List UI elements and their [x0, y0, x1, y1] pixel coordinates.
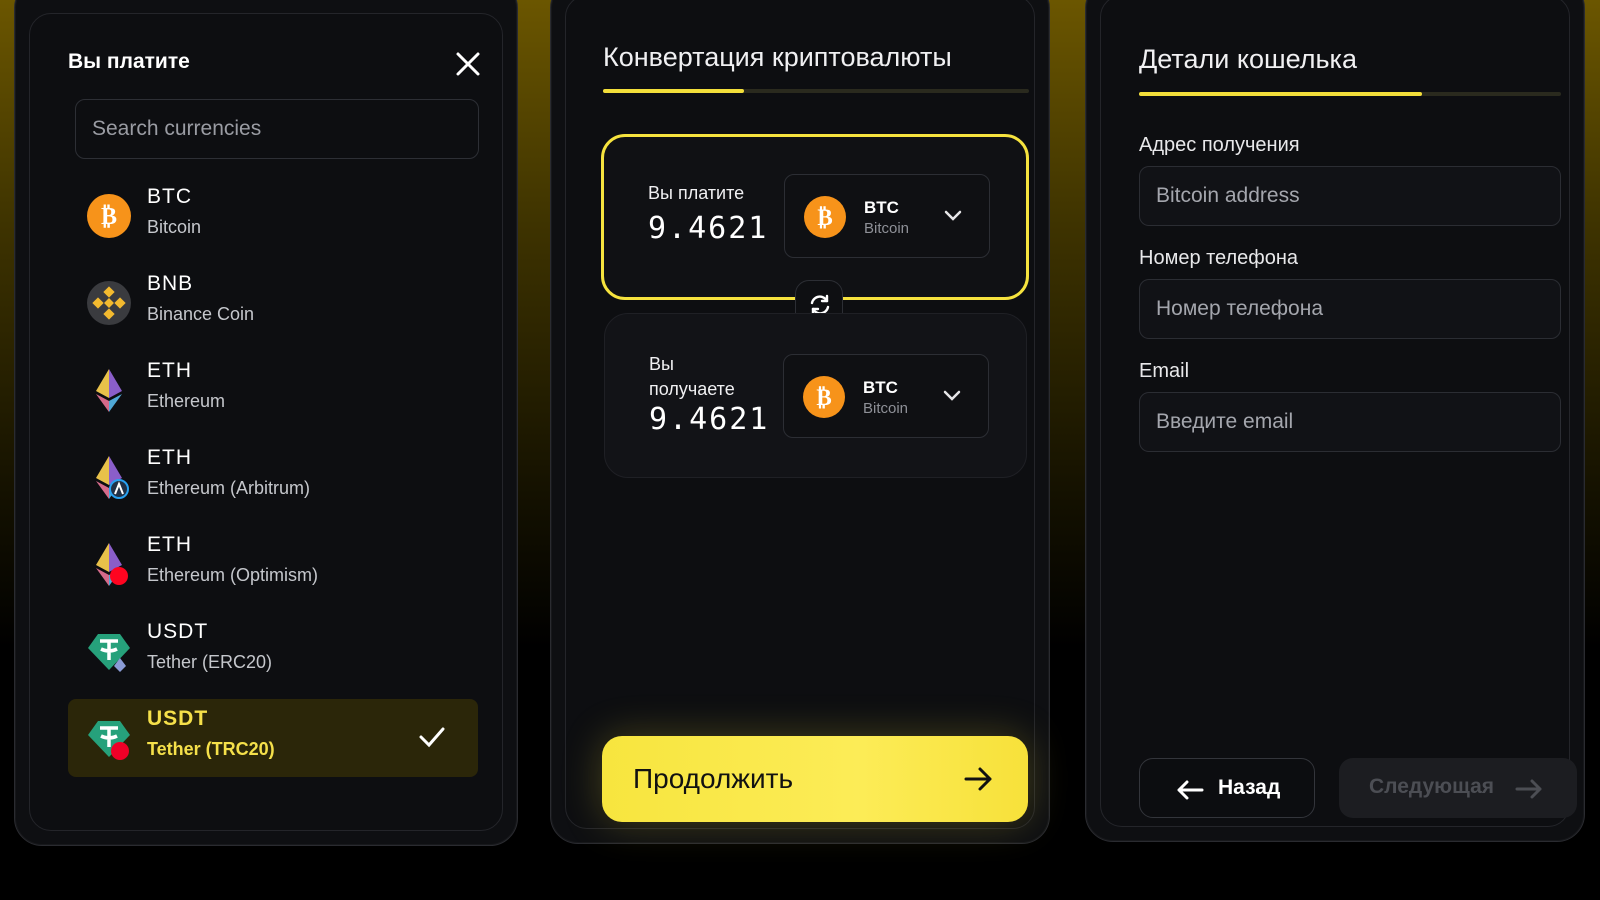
currency-item-usdt-trc20[interactable]: USDT Tether (TRC20): [68, 699, 478, 777]
converter-title: Конвертация криптовалюты: [603, 42, 952, 72]
currency-name: Tether (ERC20): [147, 652, 273, 672]
currency-name: Ethereum: [147, 391, 226, 411]
pay-amount-input[interactable]: [648, 211, 768, 246]
wallet-progress-fill: [1139, 92, 1422, 96]
close-icon[interactable]: [450, 46, 486, 82]
currency-name: Tether (TRC20): [147, 739, 275, 759]
checkmark-icon: [418, 725, 446, 749]
currency-item-bnb[interactable]: BNB Binance Coin: [68, 264, 478, 342]
currency-symbol: ETH: [147, 446, 192, 469]
converter-progress-fill: [603, 89, 744, 93]
tether-erc20-icon: [86, 628, 132, 674]
currency-item-eth-arbitrum[interactable]: ETH Ethereum (Arbitrum): [68, 438, 478, 516]
address-input[interactable]: [1139, 166, 1561, 226]
currency-symbol: ETH: [147, 533, 192, 556]
currency-picker-inner: Вы платите ₿ BTC Bitcoin BNB Binance Coi…: [29, 13, 503, 831]
pay-currency-name: Bitcoin: [864, 220, 910, 237]
currency-name: Binance Coin: [147, 304, 255, 324]
receive-currency-select[interactable]: ₿ BTC Bitcoin: [783, 354, 989, 438]
converter-progress-bar: [603, 89, 1029, 93]
wallet-details-inner: Детали кошелька Адрес получения Номер те…: [1100, 0, 1577, 827]
address-label: Адрес получения: [1139, 134, 1300, 156]
binance-icon: [86, 280, 132, 326]
ethereum-icon: [86, 367, 132, 413]
svg-text:₿: ₿: [101, 202, 117, 230]
phone-label: Номер телефона: [1139, 247, 1299, 269]
pay-box: Вы платите ₿ BTC Bitcoin: [601, 134, 1029, 300]
next-button[interactable]: Следующая: [1339, 758, 1577, 818]
currency-name: Bitcoin: [147, 217, 202, 237]
wallet-title: Детали кошелька: [1139, 44, 1357, 74]
continue-button[interactable]: Продолжить: [602, 736, 1028, 822]
tether-trc20-icon: [86, 715, 132, 761]
receive-currency-symbol: BTC: [863, 378, 898, 397]
arrow-right-icon: [1515, 779, 1542, 799]
pay-currency-symbol: BTC: [864, 198, 899, 217]
arrow-left-icon: [1177, 780, 1204, 800]
picker-title: Вы платите: [68, 50, 190, 73]
currency-symbol: USDT: [147, 620, 209, 643]
currency-item-eth[interactable]: ETH Ethereum: [68, 351, 478, 429]
chevron-down-icon: [942, 389, 962, 403]
continue-label: Продолжить: [633, 763, 794, 794]
receive-amount-input[interactable]: [649, 402, 769, 437]
wallet-progress-bar: [1139, 92, 1561, 96]
ethereum-arbitrum-icon: [86, 454, 132, 500]
currency-symbol: BNB: [147, 272, 194, 295]
wallet-details-panel: Детали кошелька Адрес получения Номер те…: [1085, 0, 1585, 842]
currency-symbol: USDT: [147, 707, 209, 730]
receive-label: Вы получаете: [649, 354, 735, 399]
currency-item-usdt-erc20[interactable]: USDT Tether (ERC20): [68, 612, 478, 690]
currency-symbol: BTC: [147, 185, 192, 208]
currency-item-btc[interactable]: ₿ BTC Bitcoin: [68, 177, 478, 255]
back-label: Назад: [1218, 776, 1281, 799]
currency-name: Ethereum (Optimism): [147, 565, 319, 585]
arrow-right-icon: [964, 767, 992, 791]
currency-item-eth-optimism[interactable]: ETH Ethereum (Optimism): [68, 525, 478, 603]
svg-text:₿: ₿: [817, 205, 832, 231]
back-button[interactable]: Назад: [1139, 758, 1315, 818]
pay-label: Вы платите: [648, 183, 745, 203]
next-label: Следующая: [1369, 775, 1495, 798]
bitcoin-icon: ₿: [802, 375, 846, 419]
chevron-down-icon: [943, 209, 963, 223]
phone-input[interactable]: [1139, 279, 1561, 339]
currency-name: Ethereum (Arbitrum): [147, 478, 311, 498]
email-input[interactable]: [1139, 392, 1561, 452]
converter-panel: Конвертация криптовалюты Вы платите ₿ BT…: [550, 0, 1050, 844]
email-label: Email: [1139, 360, 1190, 382]
bitcoin-icon: ₿: [86, 193, 132, 239]
pay-currency-select[interactable]: ₿ BTC Bitcoin: [784, 174, 990, 258]
search-input[interactable]: [75, 99, 479, 159]
svg-text:₿: ₿: [816, 385, 831, 411]
currency-symbol: ETH: [147, 359, 192, 382]
ethereum-optimism-icon: [86, 541, 132, 587]
receive-currency-name: Bitcoin: [863, 400, 909, 417]
bitcoin-icon: ₿: [803, 195, 847, 239]
receive-box: Вы получаете ₿ BTC Bitcoin: [604, 313, 1027, 478]
currency-picker-panel: Вы платите ₿ BTC Bitcoin BNB Binance Coi…: [14, 0, 518, 846]
converter-inner: Конвертация криптовалюты Вы платите ₿ BT…: [565, 0, 1035, 829]
